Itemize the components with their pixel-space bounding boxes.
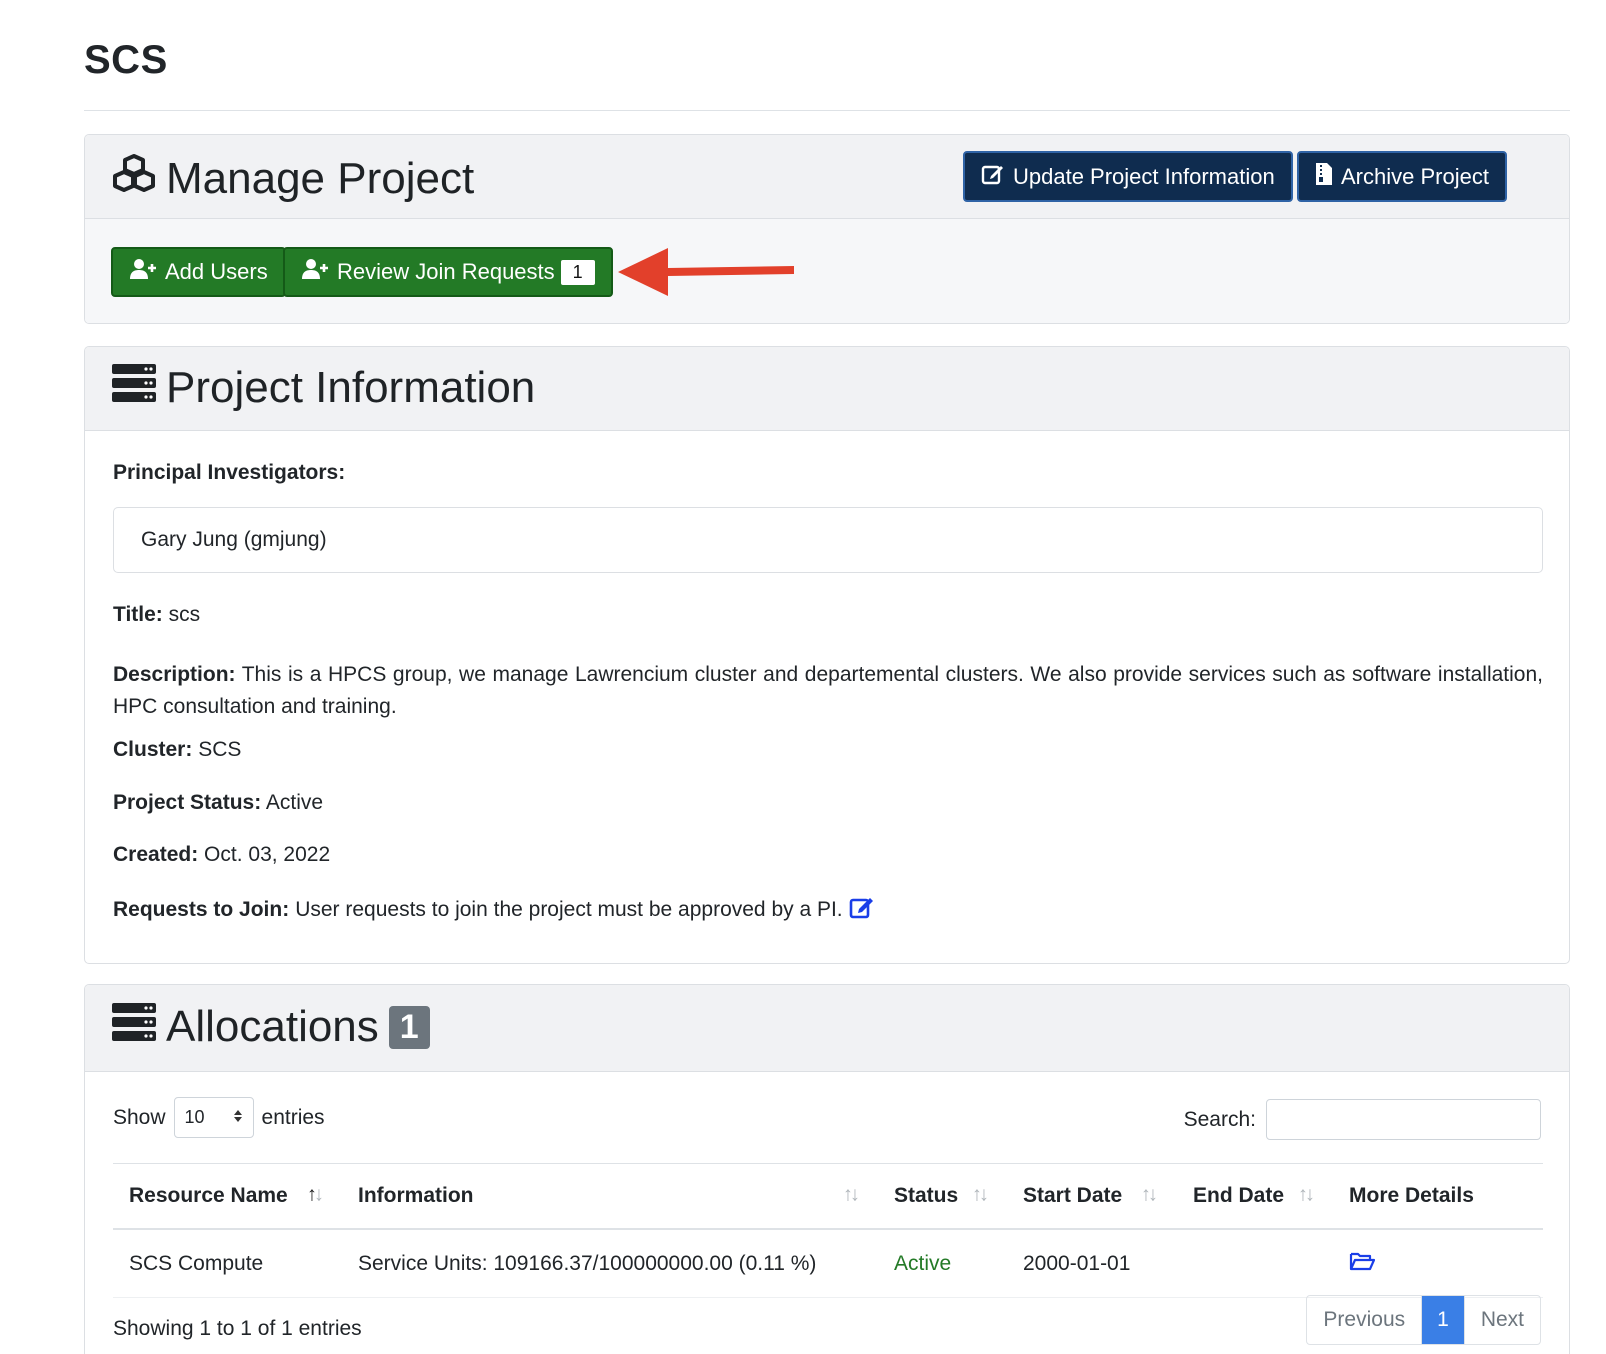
column-start-date[interactable]: Start Date bbox=[1023, 1184, 1122, 1208]
project-status-row: Project Status: Active bbox=[113, 791, 323, 815]
pi-heading: Principal Investigators: bbox=[113, 461, 345, 485]
folder-open-icon[interactable] bbox=[1349, 1251, 1376, 1277]
project-information-card: Project Information Principal Investigat… bbox=[84, 346, 1570, 964]
allocations-title-text: Allocations bbox=[166, 1002, 379, 1051]
manage-project-card: Manage Project Update Project Informatio… bbox=[84, 134, 1570, 324]
page-size-control: Show 10 entries bbox=[113, 1097, 325, 1138]
resource-name-cell: SCS Compute bbox=[129, 1251, 264, 1275]
archive-file-icon bbox=[1315, 162, 1341, 192]
cluster-row: Cluster: SCS bbox=[113, 738, 241, 762]
title-value: scs bbox=[168, 603, 201, 626]
page-size-select[interactable]: 10 bbox=[173, 1097, 254, 1138]
description-row: Description: This is a HPCS group, we ma… bbox=[113, 659, 1543, 723]
created-value: Oct. 03, 2022 bbox=[204, 843, 331, 866]
server-icon bbox=[112, 1002, 166, 1052]
table-header-row: Resource Name ↑↓ Information ↑↓ Status ↑… bbox=[113, 1164, 1543, 1230]
user-plus-icon bbox=[129, 258, 165, 286]
join-requests-count-badge: 1 bbox=[560, 259, 595, 285]
information-cell: Service Units: 109166.37/100000000.00 (0… bbox=[358, 1251, 817, 1275]
project-information-header: Project Information bbox=[85, 347, 1569, 431]
archive-project-button[interactable]: Archive Project bbox=[1297, 151, 1507, 202]
previous-page-button[interactable]: Previous bbox=[1307, 1296, 1423, 1344]
allocations-title: Allocations 1 bbox=[112, 1002, 430, 1052]
allocations-header: Allocations 1 bbox=[85, 985, 1569, 1072]
review-join-requests-label: Review Join Requests bbox=[337, 259, 555, 284]
table-search: Search: bbox=[1184, 1099, 1541, 1140]
server-icon bbox=[112, 363, 166, 413]
title-label: Title: bbox=[113, 603, 163, 626]
manage-project-header: Manage Project Update Project Informatio… bbox=[85, 135, 1569, 219]
page-1-button[interactable]: 1 bbox=[1422, 1296, 1464, 1344]
show-label: Show bbox=[113, 1105, 166, 1129]
column-status[interactable]: Status bbox=[894, 1184, 958, 1208]
add-users-button[interactable]: Add Users bbox=[111, 247, 286, 297]
update-project-button[interactable]: Update Project Information bbox=[963, 151, 1293, 202]
project-status-value: Active bbox=[265, 791, 324, 814]
table-row: SCS Compute Service Units: 109166.37/100… bbox=[113, 1230, 1543, 1298]
title-row: Title: scs bbox=[113, 603, 200, 627]
sort-asc-icon[interactable]: ↑↓ bbox=[307, 1183, 324, 1206]
review-join-requests-button[interactable]: Review Join Requests 1 bbox=[283, 247, 613, 297]
pi-list: Gary Jung (gmjung) bbox=[113, 507, 1543, 573]
created-label: Created: bbox=[113, 843, 199, 866]
description-label: Description: bbox=[113, 663, 236, 686]
pagination: Previous 1 Next bbox=[1306, 1295, 1541, 1345]
cubes-icon bbox=[112, 153, 166, 204]
sort-icon[interactable]: ↑↓ bbox=[972, 1183, 989, 1206]
created-row: Created: Oct. 03, 2022 bbox=[113, 843, 330, 867]
allocations-count-badge: 1 bbox=[388, 1005, 430, 1049]
manage-project-title: Manage Project bbox=[112, 153, 474, 204]
description-value: This is a HPCS group, we manage Lawrenci… bbox=[113, 663, 1543, 718]
start-date-cell: 2000-01-01 bbox=[1023, 1251, 1131, 1275]
annotation-arrow-icon bbox=[618, 244, 798, 305]
project-status-label: Project Status: bbox=[113, 791, 262, 814]
update-project-label: Update Project Information bbox=[1013, 163, 1275, 189]
page-title: SCS bbox=[84, 38, 168, 82]
manage-project-title-text: Manage Project bbox=[166, 153, 475, 203]
allocations-card: Allocations 1 Show 10 entries Search: Re… bbox=[84, 984, 1570, 1354]
project-information-title: Project Information bbox=[112, 363, 535, 413]
cluster-label: Cluster: bbox=[113, 738, 193, 761]
search-label: Search: bbox=[1183, 1107, 1256, 1131]
cluster-value: SCS bbox=[198, 738, 242, 761]
add-users-label: Add Users bbox=[165, 259, 268, 284]
edit-icon bbox=[981, 163, 1013, 191]
requests-to-join-value: User requests to join the project must b… bbox=[295, 898, 843, 921]
sort-icon[interactable]: ↑↓ bbox=[1141, 1183, 1158, 1206]
requests-to-join-row: Requests to Join: User requests to join … bbox=[113, 895, 875, 925]
search-input[interactable] bbox=[1266, 1099, 1541, 1140]
pi-value: Gary Jung (gmjung) bbox=[141, 528, 327, 551]
archive-project-label: Archive Project bbox=[1341, 163, 1489, 189]
status-cell: Active bbox=[894, 1251, 952, 1275]
edit-join-policy-icon[interactable] bbox=[849, 895, 875, 925]
column-resource-name[interactable]: Resource Name bbox=[129, 1184, 288, 1208]
showing-entries-text: Showing 1 to 1 of 1 entries bbox=[113, 1317, 362, 1340]
sort-icon[interactable]: ↑↓ bbox=[1298, 1183, 1315, 1206]
select-arrows-icon bbox=[233, 1107, 243, 1128]
pi-label: Principal Investigators: bbox=[113, 461, 346, 484]
project-information-title-text: Project Information bbox=[166, 363, 536, 412]
page-size-value: 10 bbox=[184, 1107, 205, 1127]
title-divider bbox=[84, 110, 1570, 111]
column-information[interactable]: Information bbox=[358, 1184, 474, 1208]
requests-to-join-label: Requests to Join: bbox=[113, 898, 290, 921]
entries-label: entries bbox=[261, 1105, 325, 1129]
allocations-table: Resource Name ↑↓ Information ↑↓ Status ↑… bbox=[113, 1163, 1543, 1298]
column-more-details: More Details bbox=[1349, 1184, 1474, 1207]
user-plus-icon bbox=[301, 258, 337, 286]
sort-icon[interactable]: ↑↓ bbox=[843, 1183, 860, 1206]
column-end-date[interactable]: End Date bbox=[1193, 1184, 1284, 1208]
next-page-button[interactable]: Next bbox=[1463, 1296, 1540, 1344]
manage-project-body: Add Users Review Join Requests 1 bbox=[85, 219, 1569, 323]
